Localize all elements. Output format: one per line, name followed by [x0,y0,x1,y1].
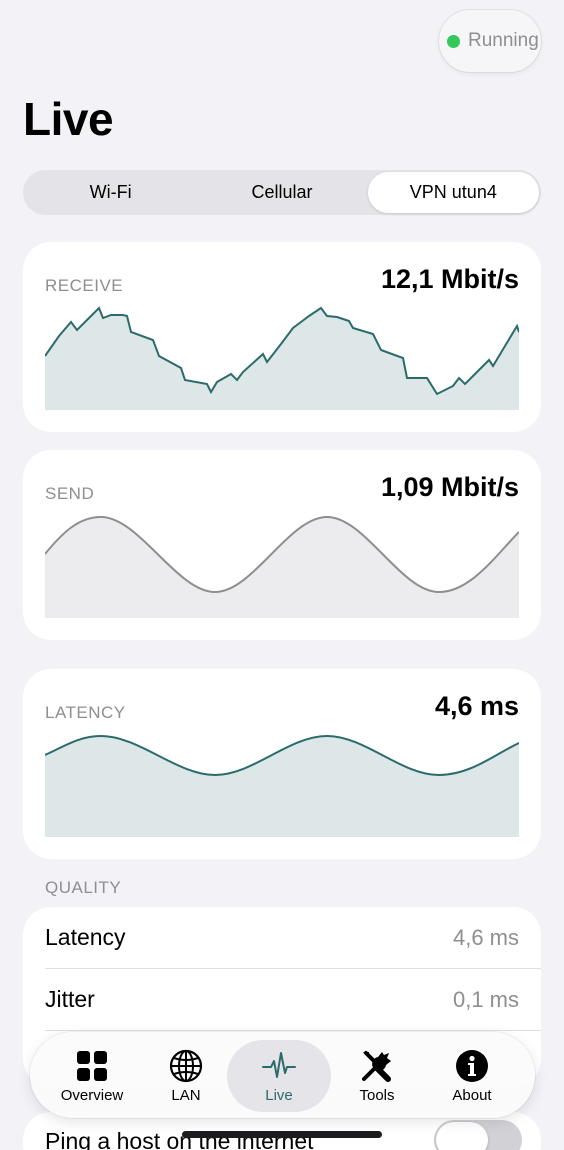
tab-live[interactable]: Live [227,1040,331,1112]
send-label: SEND [45,484,95,503]
send-value: 1,09 Mbit/s [380,472,519,502]
toggle-knob [436,1122,488,1150]
tab-label: LAN [171,1086,201,1104]
tools-icon [362,1050,391,1082]
status-indicator-dot [447,34,460,48]
quality-row-jitter: Jitter 0,1 ms [45,969,541,1031]
tab-label: Live [265,1086,293,1104]
tab-lan[interactable]: LAN [134,1040,238,1112]
receive-graph [45,306,519,410]
tab-bar: Overview LAN Live Tools About [30,1032,535,1118]
ping-toggle[interactable] [434,1120,522,1150]
receive-label: RECEIVE [45,276,124,295]
quality-section-header: QUALITY [45,878,122,897]
receive-card: RECEIVE 12,1 Mbit/s [23,242,541,432]
quality-row-latency: Latency 4,6 ms [45,907,541,969]
tab-overview[interactable]: Overview [40,1040,144,1112]
latency-card: LATENCY 4,6 ms [23,669,541,859]
send-card: SEND 1,09 Mbit/s [23,450,541,640]
pulse-icon [262,1051,296,1078]
info-icon [456,1049,488,1082]
row-label: Latency [45,924,126,950]
segment-wifi[interactable]: Wi-Fi [25,172,196,213]
receive-value: 12,1 Mbit/s [380,264,519,294]
latency-graph [45,734,519,837]
tab-label: About [452,1086,492,1104]
grid-icon [77,1050,107,1081]
status-pill[interactable]: Running [439,10,541,72]
tab-tools[interactable]: Tools [325,1040,429,1112]
status-label: Running [468,30,539,51]
segment-cellular[interactable]: Cellular [196,172,367,213]
page-title: Live [23,93,114,145]
row-label: Jitter [45,986,95,1012]
tab-about[interactable]: About [420,1040,524,1112]
row-value: 0,1 ms [452,986,519,1012]
tab-label: Tools [359,1086,395,1104]
home-indicator [182,1131,382,1138]
interface-segmented-control: Wi-Fi Cellular VPN utun4 [23,170,541,215]
globe-icon [169,1049,203,1082]
tab-label: Overview [60,1086,124,1104]
row-value: 4,6 ms [452,924,519,950]
send-graph [45,515,519,618]
latency-label: LATENCY [45,703,126,722]
segment-vpn-utun4[interactable]: VPN utun4 [367,172,539,213]
latency-value: 4,6 ms [434,691,519,721]
